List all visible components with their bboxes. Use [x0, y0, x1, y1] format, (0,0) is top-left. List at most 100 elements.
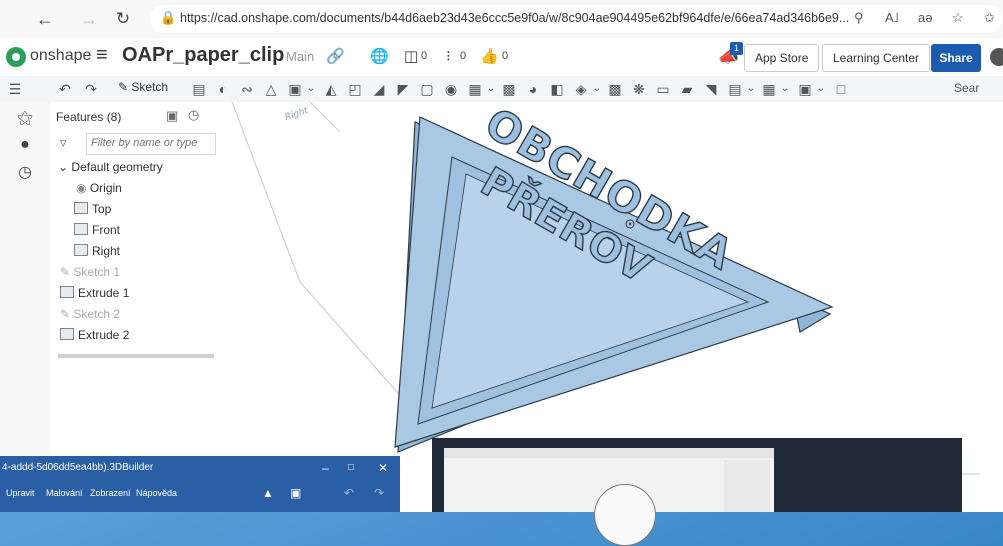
filter-field[interactable] — [86, 133, 216, 155]
plane-icon — [74, 223, 88, 235]
favorite-icon[interactable]: ☆ — [952, 10, 964, 26]
globe-icon[interactable]: 🌐 — [370, 47, 389, 65]
menu-zobrazeni[interactable]: Zobrazení — [90, 480, 131, 506]
origin-icon: ◉ — [76, 181, 87, 195]
undo-icon[interactable]: ↶ — [56, 80, 74, 98]
revolve-icon[interactable]: ◐ — [214, 80, 232, 98]
rib-icon[interactable]: ◤ — [394, 80, 412, 98]
tree-sketch-2[interactable]: ✎ Sketch 2 — [60, 305, 120, 323]
tree-sketch-1[interactable]: ✎ Sketch 1 — [60, 263, 120, 281]
chamfer-icon[interactable]: ◰ — [346, 80, 364, 98]
onshape-logo-icon[interactable] — [6, 47, 26, 67]
chevron-down-icon[interactable]: ⌄ — [302, 80, 320, 98]
link-icon[interactable]: 🔗 — [326, 47, 345, 65]
sweep-icon[interactable]: ∾ — [238, 80, 256, 98]
rollback-icon[interactable]: ◷ — [188, 107, 199, 123]
read-aloud-icon[interactable]: A˩ — [885, 10, 899, 25]
like-icon[interactable]: 👍 — [480, 47, 499, 65]
curve-icon[interactable]: ◥ — [702, 80, 720, 98]
extrude-icon[interactable]: ▤ — [190, 80, 208, 98]
sketch-button[interactable]: ✎ Sketch — [118, 80, 168, 94]
tree-top-plane[interactable]: Top — [74, 200, 111, 218]
delete-part-icon[interactable]: ▩ — [606, 80, 624, 98]
surface-icon[interactable]: ▰ — [678, 80, 696, 98]
filter-icon[interactable]: ▿ — [60, 135, 67, 151]
extrude-icon — [60, 286, 74, 298]
tree-extrude-1[interactable]: Extrude 1 — [60, 284, 129, 302]
document-name[interactable]: OAPr_paper_clip — [122, 44, 284, 67]
reload-icon[interactable]: ↻ — [112, 8, 134, 30]
save-icon[interactable]: ▣ — [290, 480, 301, 506]
share-button[interactable]: Share — [931, 44, 981, 72]
custom-feature-icon[interactable]: □ — [832, 80, 850, 98]
feature-list-icon[interactable]: ☰ — [6, 80, 24, 98]
versions-count: 0 — [421, 50, 428, 62]
menu-upravit[interactable]: Upravit — [6, 480, 35, 506]
tree-origin[interactable]: ◉ Origin — [76, 179, 122, 197]
redo-icon[interactable]: ↷ — [374, 480, 384, 506]
tree-right-plane[interactable]: Right — [74, 242, 120, 260]
loft-icon[interactable]: △ — [262, 80, 280, 98]
maximize-icon[interactable]: □ — [348, 456, 354, 480]
undo-icon[interactable]: ↶ — [344, 480, 354, 506]
feature-tree-panel: Features (8) ▣ ◷ ▿ ⌄ Default geometry ◉ … — [50, 102, 235, 462]
transform-icon[interactable]: ◧ — [548, 80, 566, 98]
tree-front-plane[interactable]: Front — [74, 221, 120, 239]
draft-icon[interactable]: ◢ — [370, 80, 388, 98]
url-text[interactable]: https://cad.onshape.com/documents/b44d6a… — [180, 11, 849, 25]
chevron-down-icon[interactable]: ⌄ — [812, 80, 830, 98]
address-bar[interactable]: 🔒 https://cad.onshape.com/documents/b44d… — [150, 5, 1002, 33]
chevron-down-icon[interactable]: ⌄ — [776, 80, 794, 98]
hamburger-menu-icon[interactable]: ≡ — [96, 44, 108, 67]
lock-icon[interactable]: 🔒 — [160, 10, 176, 26]
shell-icon[interactable]: ▢ — [418, 80, 436, 98]
chevron-down-icon[interactable]: ⌄ — [742, 80, 760, 98]
account-icon[interactable] — [990, 48, 1003, 66]
chevron-down-icon[interactable]: ⌄ — [588, 80, 606, 98]
key-icon[interactable]: ⚲ — [854, 10, 864, 26]
tree-label: Top — [92, 202, 112, 216]
menu-napoveda[interactable]: Nápověda — [136, 480, 177, 506]
branch-label[interactable]: Main — [286, 49, 314, 64]
versions-icon[interactable]: ◫ — [404, 47, 418, 65]
filter-input[interactable] — [87, 134, 215, 152]
builder-window[interactable]: 4-addd-5d06dd5ea4bb).3DBuilder – □ ✕ Upr… — [0, 456, 400, 512]
learning-center-button[interactable]: Learning Center — [822, 44, 931, 72]
back-icon[interactable]: ← — [34, 8, 56, 30]
tree-default-geometry[interactable]: ⌄ Default geometry — [58, 158, 163, 176]
forward-icon[interactable]: → — [78, 8, 100, 30]
menu-malovani[interactable]: Malování — [46, 480, 83, 506]
sheet-metal-icon[interactable]: ▭ — [654, 80, 672, 98]
add-folder-icon[interactable]: ▣ — [166, 108, 178, 124]
browser-toolbar: ← → ↻ 🔒 https://cad.onshape.com/document… — [0, 0, 1003, 39]
hole-icon[interactable]: ◉ — [442, 80, 460, 98]
comment-icon[interactable]: ● — [0, 136, 50, 154]
thumbnail-screen — [444, 448, 774, 546]
thumbnail-sidepanel — [724, 460, 770, 512]
app-store-button[interactable]: App Store — [744, 44, 820, 72]
tree-extrude-2[interactable]: Extrude 2 — [60, 326, 129, 344]
chevron-down-icon[interactable]: ⌄ — [58, 160, 68, 174]
likes-count: 0 — [502, 50, 509, 62]
feature-add-icon[interactable]: ⚝ — [0, 110, 50, 128]
close-icon[interactable]: ✕ — [378, 456, 388, 480]
redo-icon[interactable]: ↷ — [82, 80, 100, 98]
brand-name[interactable]: onshape — [30, 47, 91, 65]
minimize-icon[interactable]: – — [322, 456, 329, 480]
split-icon[interactable]: ◕ — [524, 80, 542, 98]
history-icon[interactable]: ◷ — [0, 162, 50, 182]
fillet-icon[interactable]: ◭ — [322, 80, 340, 98]
favorites-bar-icon[interactable]: ✩ — [984, 10, 995, 26]
mate-connector-icon[interactable]: ❋ — [630, 80, 648, 98]
app-thumbnail[interactable] — [432, 438, 962, 546]
import-icon[interactable]: ▲ — [262, 480, 274, 506]
translate-icon[interactable]: aə — [918, 10, 932, 25]
feature-toolbar: ☰ ↶ ↷ ✎ Sketch ▤ ◐ ∾ △ ▣ ⌄ ◭ ◰ ◢ ◤ ▢ ◉ ▦… — [0, 76, 1003, 103]
panel-scrollbar[interactable] — [58, 354, 214, 358]
chevron-down-icon[interactable]: ⌄ — [482, 80, 500, 98]
plane-icon — [74, 244, 88, 256]
branch-icon[interactable]: ⁝ — [446, 47, 451, 65]
boolean-icon[interactable]: ▩ — [500, 80, 518, 98]
toolbar-search[interactable]: Sear — [954, 81, 979, 95]
pencil-icon: ✎ — [118, 80, 129, 94]
